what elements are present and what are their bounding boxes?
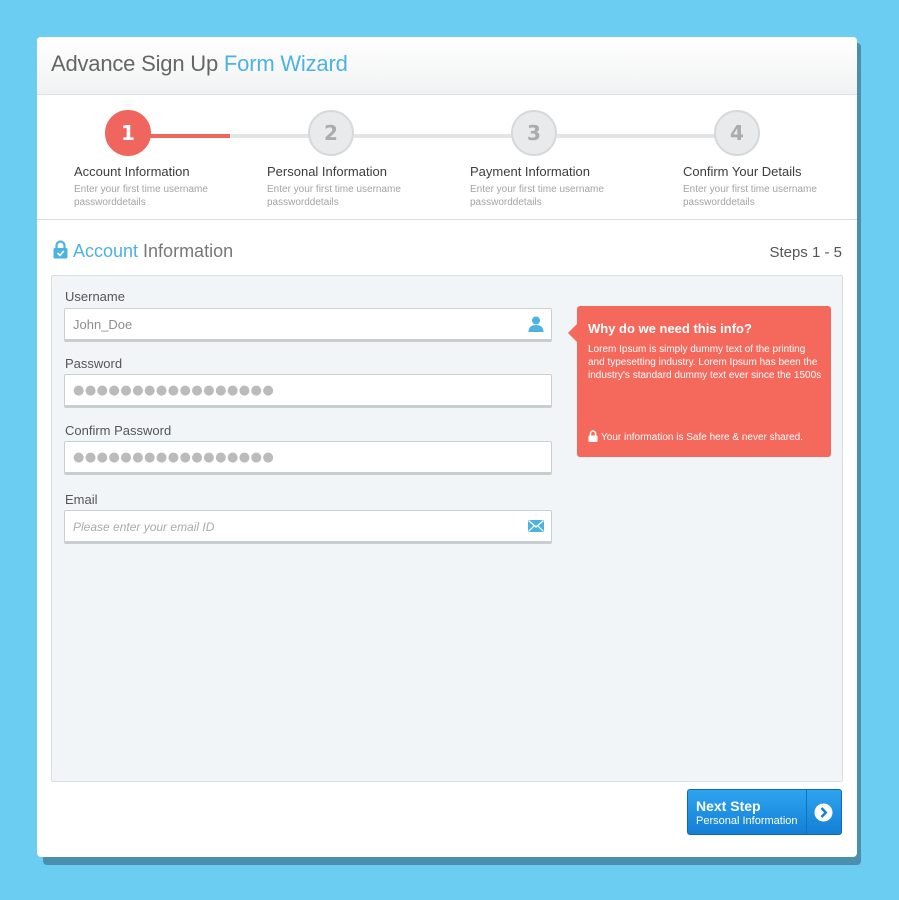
lock-icon: [53, 240, 68, 259]
form-panel: Username John_Doe Password ●●●●●●●●●●●●●…: [51, 275, 843, 782]
progress-track-2: [354, 134, 534, 138]
section-title-highlight: Account: [73, 241, 139, 261]
tooltip-body: Lorem Ipsum is simply dummy text of the …: [588, 344, 822, 381]
email-placeholder: Please enter your email ID: [73, 520, 215, 534]
card-header: Advance Sign Up Form Wizard: [37, 37, 857, 95]
username-label: Username: [65, 289, 125, 304]
email-field[interactable]: Please enter your email ID: [64, 510, 552, 544]
password-label: Password: [65, 356, 123, 371]
section-title-rest: Information: [138, 241, 234, 261]
info-tooltip: Why do we need this info? Lorem Ipsum is…: [568, 306, 831, 457]
step-3-desc: Enter your first time username passwordd…: [470, 184, 604, 208]
username-value: John_Doe: [73, 317, 133, 332]
step-3-title: Payment Information: [470, 164, 590, 179]
small-lock-icon: [588, 430, 598, 442]
button-separator: [806, 790, 807, 834]
wizard-card: Advance Sign Up Form Wizard 1 Account In…: [37, 37, 857, 857]
step-1-title: Account Information: [74, 164, 190, 179]
chevron-right-icon: [814, 803, 833, 822]
title-highlight: Form Wizard: [223, 51, 348, 76]
progress-track-3: [557, 134, 737, 138]
step-2-desc: Enter your first time username passwordd…: [267, 184, 401, 208]
step-3-circle[interactable]: 3: [511, 110, 557, 156]
step-4-desc: Enter your first time username passwordd…: [683, 184, 817, 208]
step-2-title: Personal Information: [267, 164, 387, 179]
next-step-label: Next Step: [696, 798, 761, 814]
step-1-desc: Enter your first time username passwordd…: [74, 184, 208, 208]
password-value: ●●●●●●●●●●●●●●●●●: [73, 383, 275, 398]
step-4-circle[interactable]: 4: [714, 110, 760, 156]
step-2-circle[interactable]: 2: [308, 110, 354, 156]
envelope-icon: [528, 519, 544, 532]
steps-count: Steps 1 - 5: [769, 244, 842, 261]
next-step-sublabel: Personal Information: [696, 815, 798, 827]
user-icon: [528, 316, 544, 332]
tooltip-title: Why do we need this info?: [588, 321, 752, 336]
confirm-password-label: Confirm Password: [65, 423, 172, 438]
tooltip-note: Your information is Safe here & never sh…: [588, 430, 803, 443]
username-field[interactable]: John_Doe: [64, 308, 552, 342]
email-label: Email: [65, 492, 98, 507]
title-prefix: Advance Sign Up: [51, 51, 218, 76]
confirm-password-value: ●●●●●●●●●●●●●●●●●: [73, 450, 275, 465]
step-1-circle[interactable]: 1: [105, 110, 151, 156]
confirm-password-field[interactable]: ●●●●●●●●●●●●●●●●●: [64, 441, 552, 475]
page-title: Advance Sign Up Form Wizard: [51, 51, 348, 77]
password-field[interactable]: ●●●●●●●●●●●●●●●●●: [64, 374, 552, 408]
next-step-button[interactable]: Next Step Personal Information: [687, 789, 842, 835]
section-title: Account Information: [53, 240, 233, 262]
tooltip-note-text: Your information is Safe here & never sh…: [601, 432, 803, 443]
header-divider: [37, 219, 857, 220]
step-4-title: Confirm Your Details: [683, 164, 802, 179]
